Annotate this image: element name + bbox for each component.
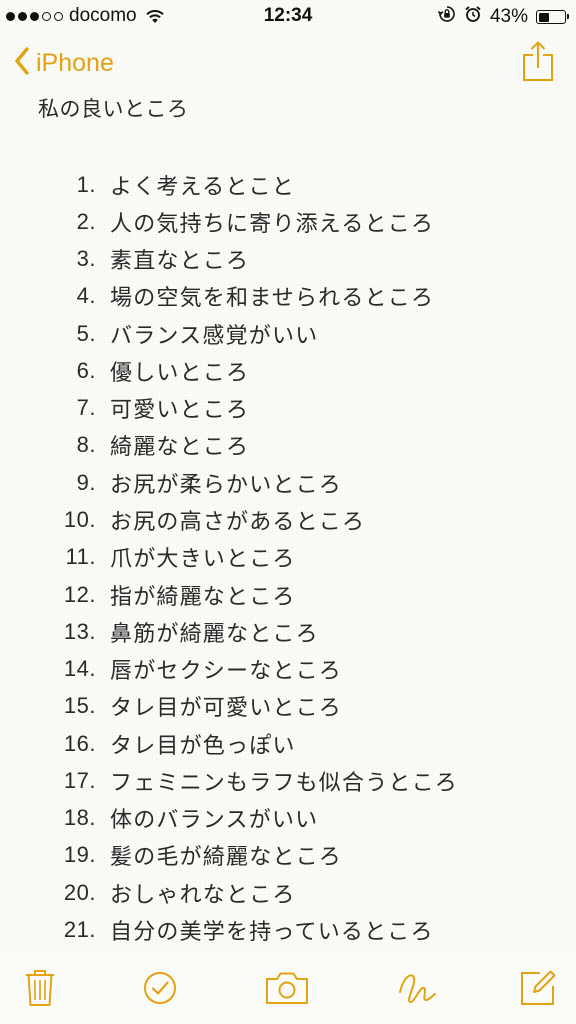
list-item-text: お尻の高さがあるところ (110, 510, 366, 536)
camera-button[interactable] (262, 966, 312, 1014)
list-item[interactable]: 3. 素直なところ (0, 241, 576, 278)
camera-icon (265, 971, 309, 1009)
list-item-number: 6. (76, 357, 96, 383)
compose-button[interactable] (516, 966, 560, 1014)
share-icon (522, 41, 554, 86)
checklist-button[interactable] (138, 966, 182, 1014)
orientation-lock-icon (437, 5, 456, 29)
list-item[interactable]: 18. 体のバランスがいい (0, 800, 576, 837)
list-item-text: 素直なところ (110, 249, 250, 275)
list-item-text: 可愛いところ (110, 398, 250, 424)
status-bar: docomo 12:34 43% (0, 0, 576, 32)
battery-level (538, 12, 550, 22)
battery-percent: 43% (489, 6, 528, 27)
list-item-text: お尻が柔らかいところ (110, 472, 343, 498)
list-item-text: 体のバランスがいい (110, 808, 319, 834)
list-item[interactable]: 11. 爪が大きいところ (0, 539, 576, 576)
list-item[interactable]: 19. 髪の毛が綺麗なところ (0, 837, 576, 874)
list-item-number: 5. (76, 320, 96, 346)
list-item-text: 場の空気を和ませられるところ (110, 286, 435, 312)
list-item-number: 18. (63, 805, 96, 831)
list-item-text: バランス感覚がいい (110, 323, 319, 349)
list-item-number: 17. (63, 767, 96, 793)
back-button-label: iPhone (36, 48, 114, 77)
list-item-text: 自分の美学を持っているところ (110, 919, 434, 945)
battery-icon (536, 10, 569, 24)
list-item-number: 11. (65, 544, 96, 570)
list-item[interactable]: 17. フェミニンもラフも似合うところ (0, 762, 576, 799)
alarm-icon (464, 5, 482, 29)
list-item[interactable]: 21. 自分の美学を持っているところ (0, 911, 576, 948)
list-item[interactable]: 10. お尻の高さがあるところ (0, 501, 576, 538)
list-item-text: 鼻筋が綺麗なところ (110, 621, 319, 647)
list-item-number: 12. (63, 581, 96, 607)
list-item-number: 15. (63, 693, 96, 719)
list-item[interactable]: 1. よく考えるとこと (0, 166, 576, 203)
list-item-number: 21. (63, 916, 96, 942)
list-item-number: 19. (63, 842, 96, 868)
list-item-number: 8. (76, 432, 96, 458)
list-item[interactable]: 20. おしゃれなところ (0, 874, 576, 911)
list-item-text: タレ目が可愛いところ (110, 696, 343, 722)
list-item[interactable]: 6. 優しいところ (0, 352, 576, 389)
list-item[interactable]: 5. バランス感覚がいい (0, 315, 576, 352)
list-item-number: 10. (63, 507, 96, 533)
list-item[interactable]: 14. 唇がセクシーなところ (0, 650, 576, 687)
list-item-number: 9. (76, 469, 96, 495)
list-item[interactable]: 9. お尻が柔らかいところ (0, 464, 576, 501)
back-button[interactable]: iPhone (14, 47, 114, 79)
list-item-text: タレ目が色っぽい (110, 733, 296, 759)
compose-icon (520, 970, 556, 1010)
list-item-number: 3. (76, 246, 96, 272)
delete-button[interactable] (18, 966, 62, 1014)
sketch-icon (398, 970, 438, 1010)
list-item-text: 綺麗なところ (110, 435, 250, 461)
list-item-number: 20. (63, 879, 96, 905)
list-item-number: 7. (76, 395, 96, 421)
list-item-text: おしゃれなところ (110, 882, 296, 908)
status-right: 43% (437, 5, 569, 29)
share-button[interactable] (522, 40, 554, 86)
list-item[interactable]: 13. 鼻筋が綺麗なところ (0, 613, 576, 650)
list-item-text: 人の気持ちに寄り添えるところ (110, 211, 435, 237)
list-item-text: 爪が大きいところ (110, 547, 296, 573)
list-item[interactable]: 4. 場の空気を和ませられるところ (0, 278, 576, 315)
list-item-text: 髪の毛が綺麗なところ (110, 845, 343, 871)
checklist-icon (143, 971, 177, 1009)
list-item-text: 唇がセクシーなところ (110, 659, 343, 685)
list-item-number: 2. (76, 208, 96, 234)
list-item[interactable]: 2. 人の気持ちに寄り添えるところ (0, 203, 576, 240)
list-item-text: 指が綺麗なところ (110, 584, 296, 610)
list-item-number: 1. (76, 171, 96, 197)
chevron-left-icon (14, 47, 30, 79)
note-title[interactable]: 私の良いところ (38, 93, 189, 123)
list-item[interactable]: 7. 可愛いところ (0, 390, 576, 427)
list-item-number: 13. (63, 618, 96, 644)
list-item[interactable]: 15. タレ目が可愛いところ (0, 688, 576, 725)
list-item-text: フェミニンもラフも似合うところ (110, 770, 459, 796)
sketch-button[interactable] (394, 966, 442, 1014)
note-list[interactable]: 1. よく考えるとこと 2. 人の気持ちに寄り添えるところ 3. 素直なところ 4. 場の空気… (0, 166, 576, 949)
list-item-number: 4. (76, 283, 96, 309)
list-item-text: よく考えるとこと (110, 174, 295, 200)
list-item[interactable]: 8. 綺麗なところ (0, 427, 576, 464)
bottom-toolbar (0, 966, 576, 1014)
list-item[interactable]: 12. 指が綺麗なところ (0, 576, 576, 613)
trash-icon (25, 969, 55, 1011)
list-item-number: 14. (63, 656, 96, 682)
list-item-number: 16. (63, 730, 96, 756)
list-item[interactable]: 16. タレ目が色っぽい (0, 725, 576, 762)
list-item-text: 優しいところ (110, 360, 250, 386)
